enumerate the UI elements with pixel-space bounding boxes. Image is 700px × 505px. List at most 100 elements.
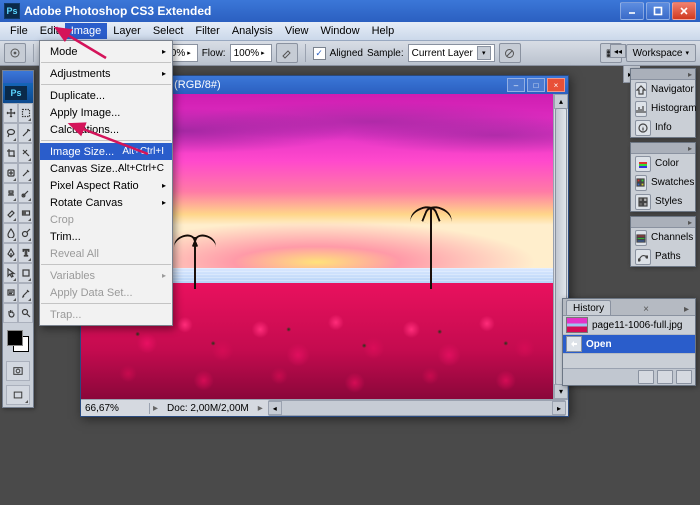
menu-image[interactable]: Image [65,23,108,39]
menu-reveal-all: Reveal All [40,245,172,262]
history-tab[interactable]: History [566,300,611,315]
ignore-adjustment-icon[interactable] [499,43,521,63]
hand-tool[interactable] [3,303,18,323]
doc-minimize-button[interactable]: – [507,78,525,92]
blur-tool[interactable] [3,223,18,243]
history-tabrow: History × ▸ [563,299,695,316]
scroll-down-icon[interactable]: ▾ [554,384,568,399]
menu-view[interactable]: View [279,23,315,39]
marquee-tool[interactable] [18,103,33,123]
history-brush-tool[interactable] [18,183,33,203]
toolbox-header: Ps [3,83,33,103]
menu-calculations[interactable]: Calculations... [40,121,172,138]
panel-info[interactable]: Info [631,118,695,137]
menu-filter[interactable]: Filter [189,23,225,39]
brush-tool[interactable] [18,163,33,183]
horizontal-scrollbar[interactable]: ◂ ▸ [268,400,566,416]
notes-tool[interactable] [3,283,18,303]
menu-adjustments[interactable]: Adjustments▸ [40,65,172,82]
screen-mode-toggle[interactable] [6,385,30,405]
paths-icon [635,249,651,265]
panel-styles[interactable]: Styles [631,192,695,211]
panel-navigator[interactable]: Navigator [631,80,695,99]
menu-file[interactable]: File [4,23,34,39]
panel-channels[interactable]: Channels [631,228,695,247]
stamp-tool[interactable] [3,183,18,203]
menu-help[interactable]: Help [366,23,401,39]
pen-tool[interactable] [3,243,18,263]
zoom-level[interactable]: 66,67% [81,403,150,414]
menu-duplicate[interactable]: Duplicate... [40,87,172,104]
titlebar: Ps Adobe Photoshop CS3 Extended [0,0,700,22]
aligned-label: Aligned [330,48,363,59]
menu-variables: Variables▸ [40,267,172,284]
menu-analysis[interactable]: Analysis [226,23,279,39]
menu-mode[interactable]: Mode▸ [40,43,172,60]
panel-menu-icon[interactable]: ▸ [685,218,695,227]
menu-select[interactable]: Select [147,23,190,39]
menu-image-size[interactable]: Image Size...Alt+Ctrl+I [40,143,172,160]
aligned-checkbox[interactable]: ✓ [313,47,326,60]
shape-tool[interactable] [18,263,33,283]
menu-canvas-size[interactable]: Canvas Size...Alt+Ctrl+C [40,160,172,177]
panel-menu-icon[interactable]: ▸ [685,144,695,153]
history-step[interactable]: Open [563,335,695,354]
quickmask-toggle[interactable] [6,361,30,381]
history-snapshot-icon[interactable] [657,370,673,384]
wand-tool[interactable] [18,123,33,143]
panel-histogram[interactable]: Histogram [631,99,695,118]
dodge-tool[interactable] [18,223,33,243]
menu-trim[interactable]: Trim... [40,228,172,245]
panel-menu-icon[interactable]: ▸ [685,70,695,79]
foreground-color[interactable] [7,330,23,346]
panel-group-1: ▸ Navigator Histogram Info [630,68,696,138]
toolbox-grip[interactable] [3,71,33,83]
lasso-tool[interactable] [3,123,18,143]
gradient-tool[interactable] [18,203,33,223]
menu-pixel-aspect[interactable]: Pixel Aspect Ratio▸ [40,177,172,194]
heal-tool[interactable] [3,163,18,183]
menu-apply-image[interactable]: Apply Image... [40,104,172,121]
menu-window[interactable]: Window [314,23,365,39]
tool-preset-icon[interactable] [4,43,26,63]
flow-field[interactable]: 100%▸ [230,44,272,62]
airbrush-icon[interactable] [276,43,298,63]
history-source[interactable]: page11-1006-full.jpg [563,316,695,335]
move-tool[interactable] [3,103,18,123]
info-icon [635,120,651,136]
history-step-label: Open [586,339,612,350]
scroll-up-icon[interactable]: ▴ [554,94,568,109]
app-title: Adobe Photoshop CS3 Extended [24,4,211,18]
path-select-tool[interactable] [3,263,18,283]
doc-close-button[interactable]: × [547,78,565,92]
window-maximize-button[interactable] [646,2,670,20]
history-new-doc-icon[interactable] [638,370,654,384]
history-thumbnail [566,317,588,333]
history-delete-icon[interactable] [676,370,692,384]
eraser-tool[interactable] [3,203,18,223]
menu-rotate-canvas[interactable]: Rotate Canvas▸ [40,194,172,211]
eyedropper-tool[interactable] [18,283,33,303]
scroll-right-icon[interactable]: ▸ [552,401,566,415]
navigator-icon [635,82,647,98]
panel-toggle-icon[interactable]: ◂◂ [610,44,626,58]
window-minimize-button[interactable] [620,2,644,20]
zoom-tool[interactable] [18,303,33,323]
slice-tool[interactable] [18,143,33,163]
menu-edit[interactable]: Edit [34,23,65,39]
sample-dropdown[interactable]: Current Layer▾ [408,44,495,62]
workspace-button[interactable]: Workspace▾ [626,44,696,62]
menu-layer[interactable]: Layer [107,23,147,39]
scroll-left-icon[interactable]: ◂ [268,401,282,415]
history-close-icon[interactable]: × [640,304,652,315]
color-swatch[interactable] [3,323,33,359]
doc-maximize-button[interactable]: □ [527,78,545,92]
window-close-button[interactable] [672,2,696,20]
panel-color[interactable]: Color [631,154,695,173]
history-menu-icon[interactable]: ▸ [681,304,692,315]
type-tool[interactable]: T [18,243,33,263]
panel-swatches[interactable]: Swatches [631,173,695,192]
history-panel: History × ▸ page11-1006-full.jpg Open [562,298,696,386]
crop-tool[interactable] [3,143,18,163]
panel-paths[interactable]: Paths [631,247,695,266]
